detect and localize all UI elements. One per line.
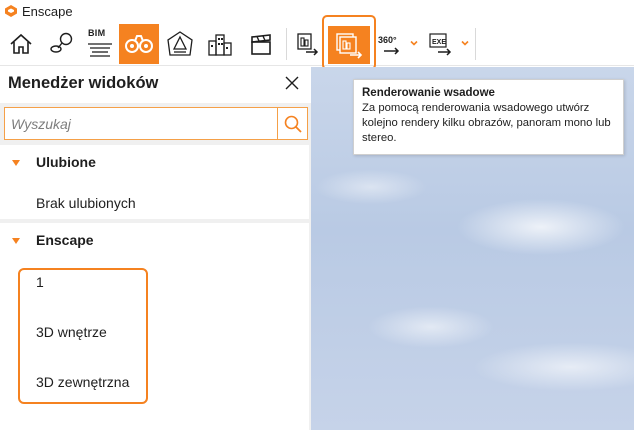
tooltip-text: Za pomocą renderowania wsadowego utwórz … [362,102,611,144]
section-title: Ulubione [36,154,96,170]
toolbar-separator [286,28,287,60]
tooltip: Renderowanie wsadowe Za pomocą renderowa… [353,79,624,155]
panorama-label: 360° [378,35,397,45]
binoculars-icon [125,35,153,53]
home-button[interactable] [4,24,38,64]
section-header-favorites[interactable]: Ulubione [0,145,309,181]
expand-arrow-icon [12,160,20,166]
video-editor-button[interactable] [244,24,278,64]
close-icon[interactable] [283,74,301,92]
toolbar-separator [475,28,476,60]
exe-export-icon: EXE [429,33,452,56]
enscape-logo-icon [5,5,17,17]
bim-label: BIM [88,28,106,38]
title-bar: Enscape [0,0,634,24]
expand-arrow-icon [12,238,20,244]
exe-label: EXE [432,39,446,46]
atmosphere-icon [167,31,193,56]
section-title: Enscape [36,232,94,248]
search-box [4,107,308,140]
home-icon [10,33,32,54]
assets-button[interactable] [203,24,237,64]
section-header-enscape[interactable]: Enscape [0,223,309,259]
search-button[interactable] [277,108,308,139]
clapperboard-icon [251,34,271,55]
chevron-down-icon[interactable] [460,38,470,48]
batch-render-highlight [322,15,376,70]
app-title: Enscape [22,4,73,19]
search-input[interactable] [5,108,277,139]
atmosphere-button[interactable] [162,24,198,64]
search-icon [284,115,302,133]
panorama-button[interactable]: 360° [374,24,406,64]
favorites-section: Ulubione Brak ulubionych [0,145,309,219]
tooltip-title: Renderowanie wsadowe [362,87,495,99]
panel-title: Menedżer widoków [8,74,159,92]
render-image-button[interactable] [292,24,324,64]
list-item: Brak ulubionych [0,189,309,219]
views-highlight [18,268,148,404]
list-item-label: Brak ulubionych [36,195,136,211]
render-image-icon [297,33,319,56]
buildings-icon [208,34,232,56]
panel-header: Menedżer widoków [0,67,311,103]
location-icon [50,32,73,53]
toolbar: BIM 360° EXE [0,24,634,66]
panorama-360-icon: 360° [378,35,400,55]
chevron-down-icon[interactable] [409,38,419,48]
map-button[interactable] [44,24,80,64]
view-manager-button[interactable] [119,24,159,64]
exe-export-button[interactable]: EXE [426,24,458,64]
